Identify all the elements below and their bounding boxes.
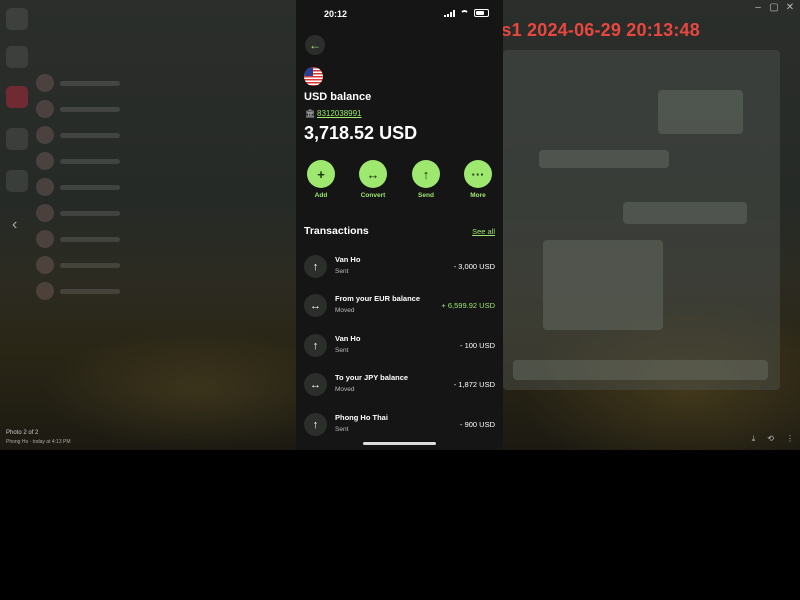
- status-time: 20:12: [324, 9, 348, 19]
- convert-button[interactable]: ↔ Convert: [356, 160, 390, 199]
- plus-icon: +: [307, 160, 335, 188]
- download-icon[interactable]: ⤓: [752, 434, 756, 444]
- photo-counter: Photo 2 of 2: [6, 430, 39, 436]
- signal-icon: [444, 9, 455, 17]
- maximize-button[interactable]: ▢: [766, 2, 782, 13]
- add-label: Add: [314, 192, 328, 199]
- convert-icon: ↔: [304, 373, 327, 396]
- bank-icon: 🏛: [305, 109, 316, 118]
- transaction-amount: - 1,872 USD: [453, 380, 495, 389]
- chat-row: [36, 148, 146, 174]
- chat-row: [36, 174, 146, 200]
- transactions-heading: Transactions: [304, 225, 369, 237]
- back-button[interactable]: ←: [305, 35, 325, 55]
- battery-icon: [474, 9, 489, 17]
- transaction-name: Van Ho: [335, 255, 361, 264]
- close-button[interactable]: ✕: [782, 2, 798, 13]
- app-icon: [6, 86, 28, 108]
- phone-screenshot: 20:12 ← USD balance 🏛 8312038991 3,718.5…: [296, 0, 503, 450]
- balance-amount: 3,718.52 USD: [304, 123, 418, 143]
- transaction-name: From your EUR balance: [335, 294, 421, 303]
- transaction-row[interactable]: ↑ Phong Ho Thai Sent - 900 USD: [304, 409, 495, 439]
- chat-list: [36, 70, 146, 304]
- send-button[interactable]: ↑ Send: [409, 160, 443, 199]
- send-label: Send: [418, 192, 434, 199]
- status-icons: [444, 9, 489, 17]
- chat-row: [36, 278, 146, 304]
- more-button[interactable]: ··· More: [461, 160, 495, 199]
- minimize-button[interactable]: –: [750, 2, 766, 13]
- transaction-amount: - 100 USD: [459, 341, 495, 350]
- transaction-status: Moved: [335, 386, 355, 393]
- app-icon: [6, 46, 28, 68]
- chat-row: [36, 96, 146, 122]
- transaction-amount: - 900 USD: [459, 420, 495, 429]
- chat-row: [36, 122, 146, 148]
- transaction-amount: - 3,000 USD: [453, 262, 495, 271]
- chat-row: [36, 226, 146, 252]
- app-icon: [6, 8, 28, 30]
- transaction-name: To your JPY balance: [335, 373, 409, 382]
- us-flag-icon: [304, 67, 323, 86]
- home-indicator: [363, 442, 436, 445]
- transaction-status: Sent: [335, 347, 349, 354]
- convert-label: Convert: [360, 192, 386, 199]
- transaction-status: Moved: [335, 307, 355, 314]
- transaction-name: Phong Ho Thai: [335, 413, 388, 422]
- transaction-status: Sent: [335, 426, 349, 433]
- background-light: [40, 330, 300, 450]
- transaction-row[interactable]: ↑ Van Ho Sent - 100 USD: [304, 330, 495, 360]
- app-icon: [6, 170, 28, 192]
- chat-window: [503, 50, 780, 390]
- see-all-link[interactable]: See all: [472, 227, 495, 236]
- arrow-up-icon: ↑: [304, 413, 327, 436]
- arrow-up-icon: ↑: [304, 334, 327, 357]
- transaction-row[interactable]: ↑ Van Ho Sent - 3,000 USD: [304, 251, 495, 281]
- arrow-left-icon: ←: [309, 38, 321, 52]
- transaction-status: Sent: [335, 268, 349, 275]
- convert-icon: ↔: [359, 160, 387, 188]
- timestamp-watermark: ajs1 2024-06-29 20:13:48: [486, 20, 700, 40]
- arrow-up-icon: ↑: [304, 255, 327, 278]
- wifi-icon: [460, 9, 469, 17]
- app-icon: [6, 128, 28, 150]
- transaction-amount: + 6,599.92 USD: [441, 301, 495, 310]
- transaction-row[interactable]: ↔ From your EUR balance Moved + 6,599.92…: [304, 290, 495, 320]
- more-dots-icon: ···: [464, 160, 492, 188]
- rotate-icon[interactable]: ⟲: [767, 434, 774, 444]
- photo-sender-time: Phong Ho · today at 4:13 PM: [6, 439, 71, 445]
- balance-title: USD balance: [304, 91, 372, 103]
- transaction-name: Van Ho: [335, 334, 361, 343]
- chat-row: [36, 200, 146, 226]
- viewer-toolbar: ⤓ ⟲ ⋮: [752, 434, 794, 444]
- previous-photo-button[interactable]: ‹: [12, 216, 17, 234]
- chat-row: [36, 252, 146, 278]
- convert-icon: ↔: [304, 294, 327, 317]
- add-button[interactable]: + Add: [304, 160, 338, 199]
- more-label: More: [470, 192, 486, 199]
- account-number-link[interactable]: 8312038991: [317, 109, 362, 118]
- arrow-up-icon: ↑: [412, 160, 440, 188]
- transaction-row[interactable]: ↔ To your JPY balance Moved - 1,872 USD: [304, 369, 495, 399]
- more-icon[interactable]: ⋮: [786, 434, 794, 444]
- chat-row: [36, 70, 146, 96]
